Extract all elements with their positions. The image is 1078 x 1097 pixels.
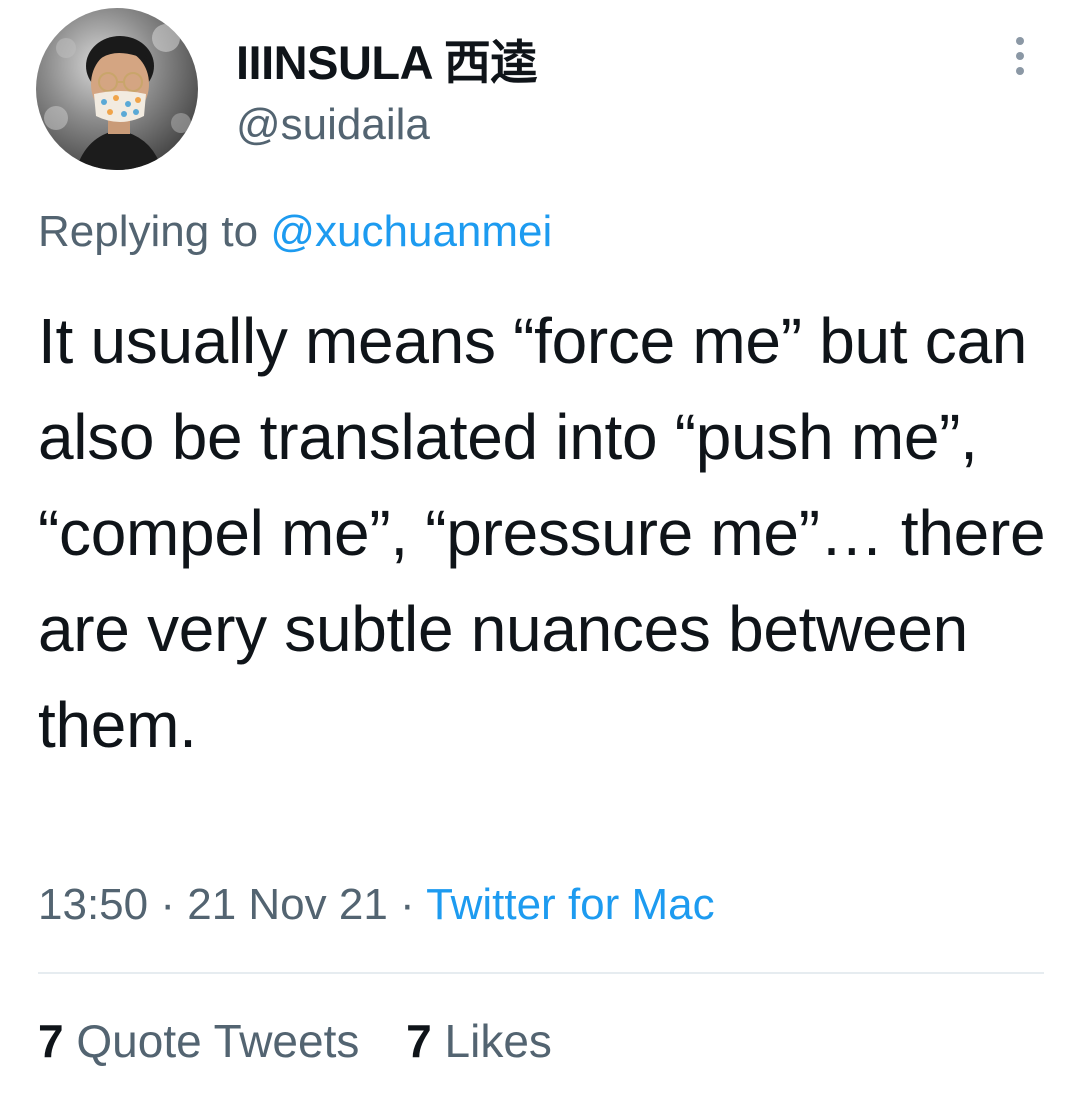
- more-vertical-icon[interactable]: [1006, 34, 1034, 78]
- likes-count: 7: [406, 1015, 432, 1067]
- meta-separator: ·: [160, 880, 175, 929]
- quote-tweets-label: Quote Tweets: [76, 1015, 360, 1067]
- meta-separator: ·: [400, 880, 415, 929]
- likes-stat[interactable]: 7 Likes: [406, 1014, 552, 1068]
- user-handle[interactable]: @suidaila: [236, 100, 430, 150]
- tweet-source-link[interactable]: Twitter for Mac: [426, 880, 715, 929]
- quote-tweets-stat[interactable]: 7 Quote Tweets: [38, 1014, 359, 1068]
- replying-to-line: Replying to @xuchuanmei: [38, 207, 552, 257]
- replying-to-label: Replying to: [38, 207, 259, 256]
- tweet-meta: 13:50 · 21 Nov 21 · Twitter for Mac: [38, 880, 715, 930]
- quote-tweets-count: 7: [38, 1015, 64, 1067]
- tweet-date[interactable]: 21 Nov 21: [187, 880, 388, 929]
- divider: [38, 972, 1044, 974]
- avatar[interactable]: [36, 8, 198, 170]
- tweet-stats: 7 Quote Tweets 7 Likes: [38, 1014, 586, 1068]
- user-avatar-photo: [36, 8, 198, 170]
- tweet-text: It usually means “force me” but can also…: [38, 305, 1046, 761]
- likes-label: Likes: [444, 1015, 552, 1067]
- tweet-time[interactable]: 13:50: [38, 880, 148, 929]
- reply-target-link[interactable]: @xuchuanmei: [270, 207, 552, 256]
- display-name[interactable]: IIINSULA 西逵: [236, 24, 537, 93]
